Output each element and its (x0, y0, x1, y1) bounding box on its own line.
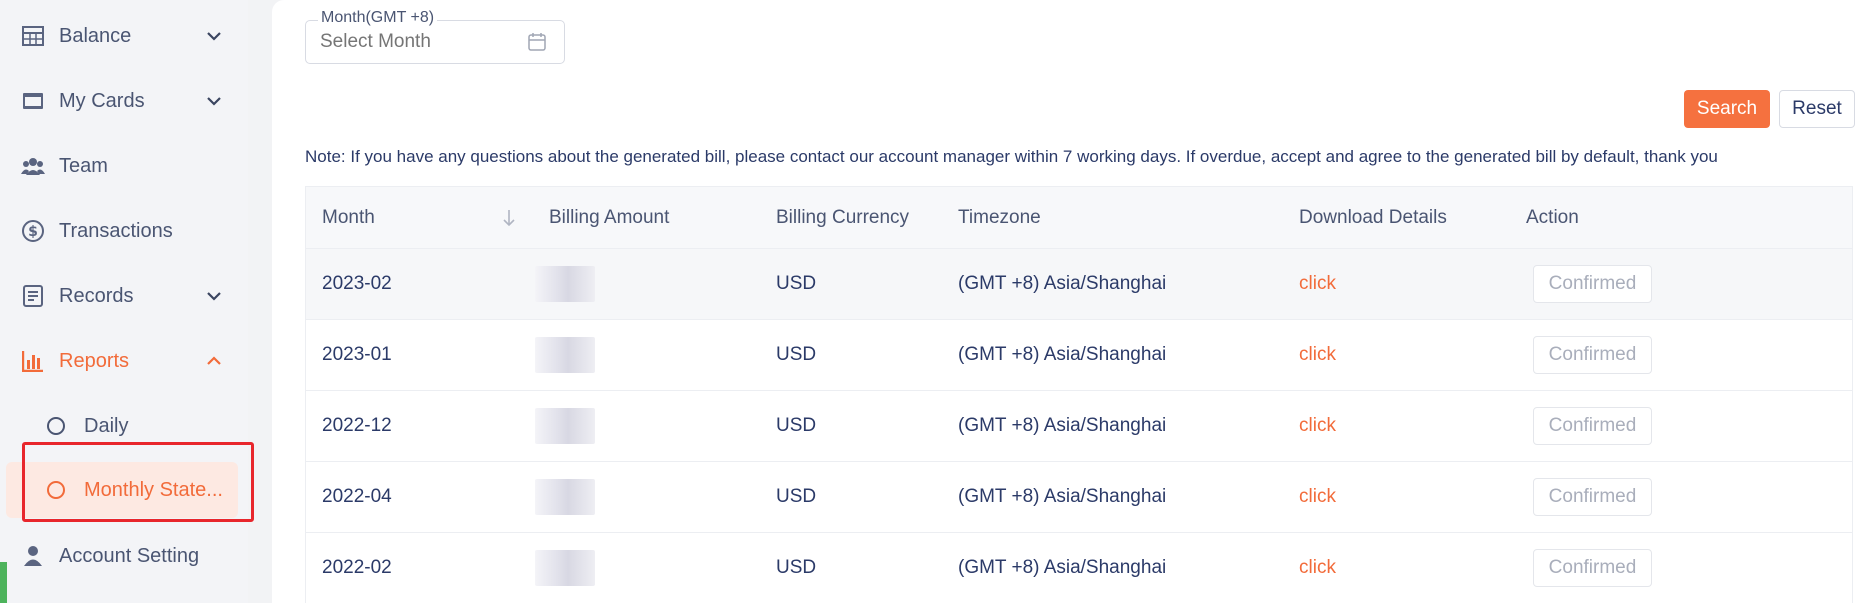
billing-amount-redacted (535, 266, 595, 302)
sidebar-item-balance[interactable]: Balance (0, 7, 248, 65)
chevron-down-icon (204, 91, 224, 111)
column-header-action: Action (1526, 207, 1579, 228)
scrollbar[interactable] (0, 562, 7, 603)
month-field[interactable]: Month(GMT +8) (305, 9, 565, 64)
circle-icon (47, 481, 65, 499)
sidebar-subitem-label: Monthly State... (84, 478, 223, 501)
chevron-down-icon (204, 286, 224, 306)
sidebar-item-records[interactable]: Records (0, 267, 248, 325)
chevron-down-icon (204, 26, 224, 46)
cell-currency: USD (776, 415, 817, 436)
billing-amount-redacted (535, 408, 595, 444)
cell-month: 2022-12 (322, 415, 392, 436)
sidebar-subitem-label: Daily (84, 414, 129, 437)
download-link[interactable]: click (1299, 273, 1336, 295)
table-row: 2022-12 USD (GMT +8) Asia/Shanghai click… (306, 391, 1852, 462)
sidebar-item-label: Records (59, 284, 134, 307)
confirmed-button[interactable]: Confirmed (1533, 549, 1652, 587)
column-header-timezone: Timezone (958, 207, 1041, 228)
cell-timezone: (GMT +8) Asia/Shanghai (958, 415, 1167, 436)
sidebar-item-label: Reports (59, 349, 130, 372)
records-icon (20, 283, 46, 309)
column-header-download-details: Download Details (1299, 207, 1447, 228)
download-link[interactable]: click (1299, 486, 1336, 508)
download-link[interactable]: click (1299, 557, 1336, 579)
sidebar-item-transactions[interactable]: $ Transactions (0, 202, 248, 260)
table-row: 2023-01 USD (GMT +8) Asia/Shanghai click… (306, 320, 1852, 391)
cell-timezone: (GMT +8) Asia/Shanghai (958, 273, 1167, 294)
cell-currency: USD (776, 273, 817, 294)
main-content: Month(GMT +8) Search Reset Note: If you … (272, 0, 1864, 603)
column-header-month[interactable]: Month (322, 207, 375, 229)
billing-table: Month Billing Amount Billing Currency Ti… (305, 186, 1853, 603)
calendar-icon[interactable] (528, 33, 546, 56)
column-header-billing-amount: Billing Amount (549, 207, 670, 228)
cell-timezone: (GMT +8) Asia/Shanghai (958, 486, 1167, 507)
cell-month: 2022-02 (322, 557, 392, 578)
search-button[interactable]: Search (1684, 90, 1770, 128)
cell-currency: USD (776, 557, 817, 578)
table-row: 2022-02 USD (GMT +8) Asia/Shanghai click… (306, 533, 1852, 603)
sidebar-item-label: Balance (59, 24, 132, 47)
user-icon (20, 543, 46, 569)
confirmed-button[interactable]: Confirmed (1533, 336, 1652, 374)
cell-currency: USD (776, 486, 817, 507)
circle-icon (47, 417, 65, 435)
sidebar-item-label: Transactions (59, 219, 173, 242)
sort-arrow-down-icon[interactable] (502, 209, 516, 232)
billing-amount-redacted (535, 337, 595, 373)
chevron-up-icon (204, 351, 224, 371)
sidebar-item-team[interactable]: Team (0, 137, 248, 195)
cell-timezone: (GMT +8) Asia/Shanghai (958, 344, 1167, 365)
billing-note: Note: If you have any questions about th… (305, 147, 1718, 166)
confirmed-button[interactable]: Confirmed (1533, 407, 1652, 445)
sidebar-item-label: Account Setting (59, 544, 200, 567)
table-row: 2022-04 USD (GMT +8) Asia/Shanghai click… (306, 462, 1852, 533)
column-header-billing-currency: Billing Currency (776, 207, 910, 228)
table-icon (20, 23, 46, 49)
sidebar-item-reports[interactable]: Reports (0, 332, 248, 390)
billing-amount-redacted (535, 550, 595, 586)
team-icon (20, 153, 46, 179)
sidebar: Balance My Cards Team $ Transactions Rec… (0, 0, 254, 603)
sidebar-item-label: My Cards (59, 89, 145, 112)
confirmed-button[interactable]: Confirmed (1533, 478, 1652, 516)
download-link[interactable]: click (1299, 344, 1336, 366)
cell-month: 2023-02 (322, 273, 392, 294)
confirmed-button[interactable]: Confirmed (1533, 265, 1652, 303)
sidebar-item-my-cards[interactable]: My Cards (0, 72, 248, 130)
month-field-label: Month(GMT +8) (318, 9, 438, 27)
cell-timezone: (GMT +8) Asia/Shanghai (958, 557, 1167, 578)
month-input[interactable] (320, 31, 520, 53)
table-header: Month Billing Amount Billing Currency Ti… (306, 187, 1852, 249)
svg-text:$: $ (28, 224, 38, 240)
sidebar-item-account-setting[interactable]: Account Setting (0, 527, 248, 585)
billing-amount-redacted (535, 479, 595, 515)
sidebar-item-label: Team (59, 154, 108, 177)
cell-month: 2022-04 (322, 486, 392, 507)
cell-currency: USD (776, 344, 817, 365)
table-row: 2023-02 USD (GMT +8) Asia/Shanghai click… (306, 249, 1852, 320)
card-icon (20, 88, 46, 114)
sidebar-subitem-monthly-statement[interactable]: Monthly State... (6, 462, 238, 518)
bar-chart-icon (20, 348, 46, 374)
download-link[interactable]: click (1299, 415, 1336, 437)
cell-month: 2023-01 (322, 344, 392, 365)
sidebar-subitem-daily[interactable]: Daily (6, 398, 238, 454)
dollar-exchange-icon: $ (20, 218, 46, 244)
reset-button[interactable]: Reset (1779, 90, 1855, 128)
